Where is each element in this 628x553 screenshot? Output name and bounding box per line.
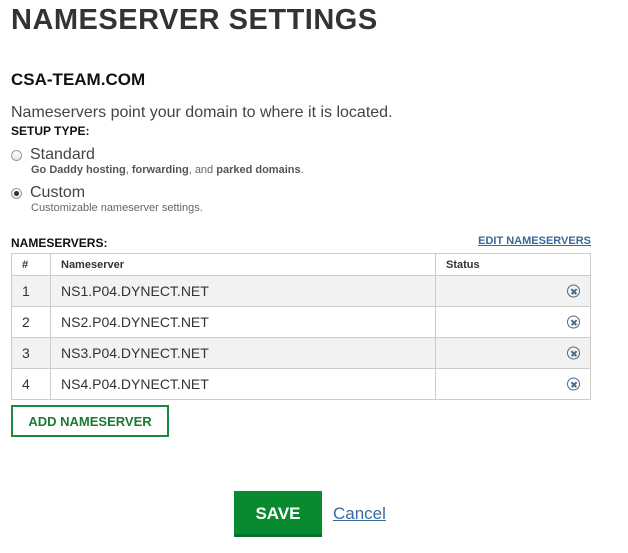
edit-nameservers-link[interactable]: EDIT NAMESERVERS [478, 235, 591, 247]
row-number: 3 [11, 337, 51, 369]
status-cell [435, 275, 591, 307]
radio-custom-control[interactable] [11, 187, 22, 199]
row-number: 2 [11, 306, 51, 338]
table-row: 4 NS4.P04.DYNECT.NET [11, 368, 591, 400]
nameserver-value: NS3.P04.DYNECT.NET [50, 337, 436, 369]
remove-circle-icon[interactable] [567, 377, 580, 391]
radio-standard-description: Go Daddy hosting, forwarding, and parked… [31, 164, 304, 176]
status-cell [435, 368, 591, 400]
nameserver-value: NS1.P04.DYNECT.NET [50, 275, 436, 307]
add-nameserver-button[interactable]: ADD NAMESERVER [11, 405, 169, 437]
column-header-status: Status [435, 253, 591, 276]
nameservers-label: NAMESERVERS: [11, 236, 108, 250]
status-cell [435, 306, 591, 338]
column-header-number: # [11, 253, 51, 276]
nameservers-table: # Nameserver Status 1 NS1.P04.DYNECT.NET… [11, 253, 591, 400]
row-number: 4 [11, 368, 51, 400]
remove-circle-icon[interactable] [567, 284, 580, 298]
radio-custom[interactable]: Custom [11, 184, 85, 202]
radio-custom-label[interactable]: Custom [30, 184, 85, 202]
column-header-nameserver: Nameserver [50, 253, 436, 276]
page-title: NAMESERVER SETTINGS [11, 4, 378, 36]
remove-circle-icon[interactable] [567, 315, 580, 329]
intro-text: Nameservers point your domain to where i… [11, 104, 393, 121]
table-row: 1 NS1.P04.DYNECT.NET [11, 275, 591, 307]
table-row: 2 NS2.P04.DYNECT.NET [11, 306, 591, 338]
remove-circle-icon[interactable] [567, 346, 580, 360]
status-cell [435, 337, 591, 369]
radio-custom-description: Customizable nameserver settings. [31, 202, 203, 214]
save-button[interactable]: SAVE [234, 491, 322, 537]
row-number: 1 [11, 275, 51, 307]
nameserver-value: NS2.P04.DYNECT.NET [50, 306, 436, 338]
radio-standard-label[interactable]: Standard [30, 146, 95, 164]
cancel-link[interactable]: Cancel [333, 504, 386, 524]
setup-type-label: SETUP TYPE: [11, 124, 90, 138]
table-header-row: # Nameserver Status [11, 253, 591, 276]
radio-standard-control[interactable] [11, 149, 22, 161]
domain-name: CSA-TEAM.COM [11, 70, 146, 89]
radio-standard[interactable]: Standard [11, 146, 95, 164]
table-row: 3 NS3.P04.DYNECT.NET [11, 337, 591, 369]
nameserver-value: NS4.P04.DYNECT.NET [50, 368, 436, 400]
